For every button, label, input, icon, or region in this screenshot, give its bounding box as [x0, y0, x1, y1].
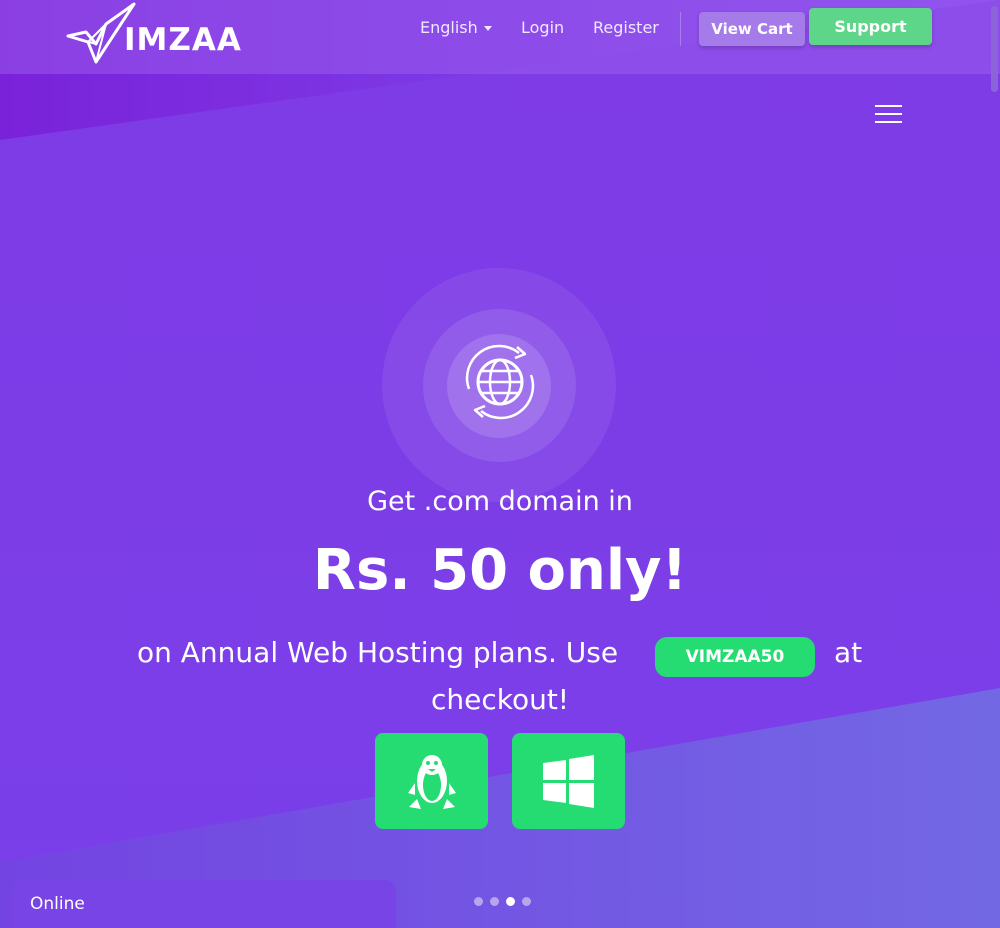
chat-status-label: Online — [30, 894, 85, 914]
nav-divider — [680, 12, 681, 46]
support-button[interactable]: Support — [809, 8, 932, 45]
language-dropdown[interactable]: English — [420, 18, 492, 37]
promo-code-badge[interactable]: VIMZAA50 — [655, 637, 815, 677]
promo-text-at: at — [834, 636, 863, 669]
carousel-dot-4[interactable] — [522, 897, 531, 906]
promo-text: on Annual Web Hosting plans. Use — [137, 636, 619, 669]
carousel-dot-2[interactable] — [490, 897, 499, 906]
linux-icon — [408, 755, 456, 809]
carousel-indicators — [474, 897, 534, 907]
logo-text: IMZAA — [124, 22, 242, 58]
hero-subheading: Get .com domain in — [367, 486, 633, 517]
top-navbar: IMZAA English Login Register View Cart S… — [0, 0, 1000, 74]
carousel-dot-3[interactable] — [506, 897, 515, 906]
caret-down-icon — [483, 26, 492, 31]
promo-text-checkout: checkout! — [430, 683, 570, 716]
page-scrollbar[interactable] — [990, 0, 1000, 928]
hero-price-heading: Rs. 50 only! — [312, 538, 688, 603]
vimzaa-logo[interactable]: IMZAA — [66, 2, 256, 64]
linux-hosting-button[interactable] — [375, 733, 488, 829]
hamburger-menu-icon[interactable] — [875, 103, 903, 125]
windows-hosting-button[interactable] — [512, 733, 625, 829]
register-link[interactable]: Register — [593, 18, 659, 37]
login-link[interactable]: Login — [521, 18, 564, 37]
scrollbar-thumb[interactable] — [991, 6, 998, 92]
domain-globe-icon — [465, 344, 535, 420]
live-chat-widget[interactable]: Online — [12, 880, 396, 928]
carousel-dot-1[interactable] — [474, 897, 483, 906]
language-label: English — [420, 18, 478, 37]
view-cart-button[interactable]: View Cart — [699, 12, 805, 46]
windows-icon — [543, 755, 594, 808]
